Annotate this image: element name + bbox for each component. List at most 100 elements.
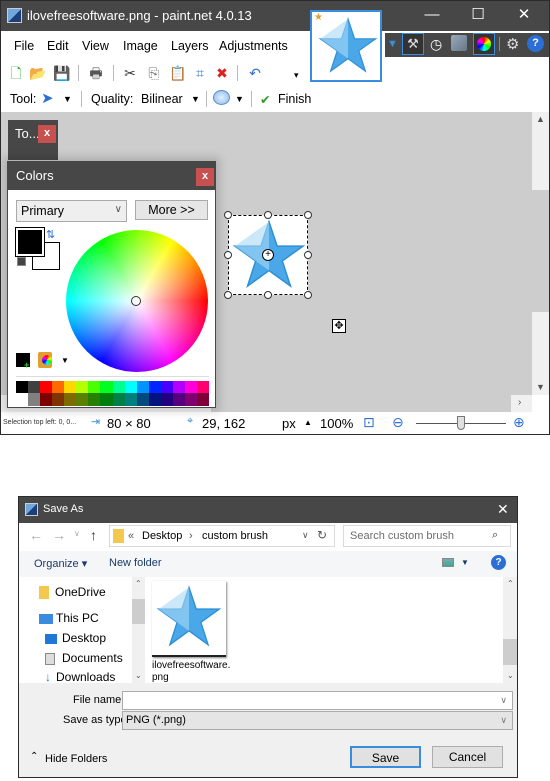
palette-menu-icon[interactable] <box>38 352 52 368</box>
vertical-scrollbar[interactable]: ▲ ▼ <box>532 112 549 395</box>
breadcrumb-desktop[interactable]: Desktop <box>142 530 182 542</box>
open-icon[interactable]: 📂 <box>29 64 47 82</box>
finish-button[interactable]: Finish <box>278 92 311 106</box>
hide-folders-button[interactable]: Hide Folders <box>45 753 107 765</box>
more-button[interactable]: More >> <box>135 200 208 220</box>
copy-icon[interactable]: ⎘ <box>145 64 163 82</box>
color-wheel-cursor[interactable] <box>131 296 141 306</box>
cut-icon[interactable]: ✂ <box>121 64 139 82</box>
recent-locations-icon[interactable]: ∨ <box>74 529 80 538</box>
menu-edit[interactable]: Edit <box>47 39 69 53</box>
menu-image[interactable]: Image <box>123 39 158 53</box>
zoom-level[interactable]: 100% <box>320 416 353 431</box>
scrollbar-thumb[interactable] <box>532 190 549 312</box>
crop-icon[interactable]: ⌗ <box>191 64 209 82</box>
palette-swatch[interactable] <box>40 393 53 406</box>
scroll-down-icon[interactable]: ⌄ <box>135 671 142 680</box>
address-bar[interactable]: « Desktop › custom brush ∨ ↻ <box>109 525 335 547</box>
primary-color-swatch[interactable] <box>15 227 45 257</box>
zoom-slider-thumb[interactable] <box>457 416 465 430</box>
resize-handle[interactable] <box>224 211 232 219</box>
cancel-button[interactable]: Cancel <box>432 746 503 768</box>
tree-item-desktop[interactable]: Desktop <box>45 631 106 645</box>
resize-handle[interactable] <box>304 291 312 299</box>
colors-window-close-button[interactable]: x <box>196 168 214 186</box>
palette-swatch[interactable] <box>172 393 185 406</box>
units-dropdown-icon[interactable]: ▲ <box>304 418 312 427</box>
file-name-input[interactable]: ∨ <box>122 691 513 710</box>
tools-window-close-button[interactable]: x <box>38 125 56 143</box>
menu-file[interactable]: File <box>14 39 34 53</box>
refresh-icon[interactable]: ↻ <box>317 528 327 542</box>
up-arrow-icon[interactable]: ↑ <box>90 527 97 543</box>
breadcrumb-custom-brush[interactable]: custom brush <box>202 530 268 542</box>
layers-icon[interactable] <box>451 35 467 51</box>
palette-swatch[interactable] <box>160 393 173 406</box>
save-icon[interactable]: 💾 <box>53 64 71 82</box>
breadcrumb-overflow[interactable]: « <box>128 530 134 542</box>
quality-select[interactable]: Bilinear <box>141 92 183 106</box>
deselect-icon[interactable]: ✖ <box>213 64 231 82</box>
save-type-select[interactable]: PNG (*.png) ∨ <box>122 711 513 730</box>
save-button[interactable]: Save <box>350 746 421 768</box>
selection-box[interactable]: + <box>224 211 312 299</box>
palette-swatch[interactable] <box>112 393 125 406</box>
palette-swatch[interactable] <box>124 393 137 406</box>
zoom-out-icon[interactable]: ⊖ <box>392 414 404 431</box>
menu-layers[interactable]: Layers <box>171 39 209 53</box>
search-box[interactable]: Search custom brush ⌕ <box>343 525 511 547</box>
back-arrow-icon[interactable]: ← <box>29 527 43 543</box>
swap-colors-icon[interactable]: ⇅ <box>46 228 55 241</box>
menu-adjustments[interactable]: Adjustments <box>219 39 288 53</box>
forward-arrow-icon[interactable]: → <box>52 527 66 543</box>
palette-swatch[interactable] <box>148 393 161 406</box>
toolbar-overflow-icon[interactable]: ▾ <box>294 70 299 81</box>
scroll-up-icon[interactable]: ⌃ <box>507 579 514 588</box>
image-list-dropdown-icon[interactable]: ▼ <box>387 38 398 50</box>
history-icon[interactable]: ◷ <box>430 36 442 53</box>
quality-dropdown-icon[interactable]: ▼ <box>191 94 200 104</box>
scroll-down-icon[interactable]: ▼ <box>536 382 545 392</box>
scroll-right-icon[interactable]: › <box>518 397 521 408</box>
view-options-icon[interactable] <box>442 558 454 567</box>
search-input[interactable]: Search custom brush <box>350 530 454 542</box>
palette-swatch[interactable] <box>184 393 197 406</box>
tree-item-downloads[interactable]: ↓ Downloads <box>45 670 115 684</box>
palette-swatch[interactable] <box>136 393 149 406</box>
color-mode-select[interactable]: Primary ∨ <box>16 200 127 222</box>
scroll-up-icon[interactable]: ⌃ <box>135 579 142 588</box>
file-item[interactable]: ilovefreesoftware. png <box>152 581 230 683</box>
palette-swatch[interactable] <box>64 393 77 406</box>
print-icon[interactable]: 🖶 <box>87 64 105 82</box>
address-dropdown-icon[interactable]: ∨ <box>302 530 309 541</box>
palette-swatch[interactable] <box>88 393 101 406</box>
scroll-down-icon[interactable]: ⌄ <box>507 671 514 680</box>
palette-dropdown-icon[interactable]: ▼ <box>61 356 69 365</box>
resize-handle[interactable] <box>224 291 232 299</box>
paste-icon[interactable]: 📋 <box>169 64 187 82</box>
help-icon[interactable]: ? <box>527 35 544 52</box>
organize-menu[interactable]: Organize ▾ <box>34 557 87 570</box>
undo-icon[interactable]: ↶ <box>246 64 264 82</box>
scroll-up-icon[interactable]: ▲ <box>536 114 545 124</box>
close-button[interactable]: ✕ <box>501 1 547 31</box>
palette-swatch[interactable] <box>28 393 41 406</box>
file-list-scrollbar[interactable]: ⌃ ⌄ <box>503 577 517 683</box>
units-select[interactable]: px <box>282 416 296 431</box>
scrollbar-thumb[interactable] <box>132 599 145 624</box>
palette-swatch[interactable] <box>16 393 29 406</box>
palette-swatch[interactable] <box>196 393 209 406</box>
zoom-in-icon[interactable]: ⊕ <box>513 414 525 431</box>
resize-handle[interactable] <box>264 211 272 219</box>
move-selection-tool-icon[interactable]: ➤ <box>41 89 54 107</box>
chevron-up-icon[interactable]: ⌃ <box>30 751 38 762</box>
tree-item-documents[interactable]: Documents <box>45 651 123 665</box>
scrollbar-thumb[interactable] <box>211 395 511 412</box>
image-thumbnail[interactable]: ★ <box>310 10 382 82</box>
color-wheel[interactable] <box>66 230 208 372</box>
help-icon[interactable]: ? <box>491 555 506 570</box>
reset-colors-icon[interactable] <box>17 257 26 266</box>
add-color-to-palette-icon[interactable]: + <box>16 353 30 370</box>
palette-swatch[interactable] <box>100 393 113 406</box>
scrollbar-thumb[interactable] <box>503 639 517 665</box>
